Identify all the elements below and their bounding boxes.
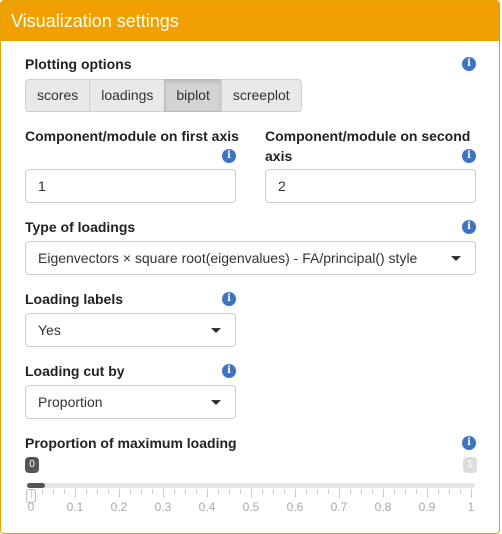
info-icon[interactable]: i: [462, 436, 476, 450]
second-axis-input[interactable]: 2: [265, 169, 476, 203]
slider-tick: [438, 489, 439, 494]
slider-min-value: 0: [25, 457, 39, 473]
slider-tick-label: 0.8: [374, 500, 392, 514]
caret-down-icon: [451, 256, 461, 261]
slider-fill: [27, 483, 45, 488]
slider-tick: [141, 489, 142, 494]
slider-tick: [306, 489, 307, 494]
info-icon[interactable]: i: [222, 149, 236, 163]
plotting-options-label: Plotting options: [25, 56, 132, 72]
loading-cut-select[interactable]: Proportion: [25, 385, 236, 419]
slider-tick: [240, 489, 241, 494]
slider-tick: [119, 489, 120, 498]
caret-down-icon: [211, 400, 221, 405]
slider-tick: [328, 489, 329, 494]
slider-tick: [174, 489, 175, 494]
slider-tick: [405, 489, 406, 494]
slider-tick: [317, 489, 318, 494]
slider-tick-label: 1: [467, 500, 475, 514]
panel-title: Visualization settings: [1, 1, 499, 41]
second-axis-label-line1: Component/module on second: [265, 128, 471, 144]
slider-tick-label: 0.4: [198, 500, 216, 514]
scores-button[interactable]: scores: [25, 79, 91, 112]
slider-tick: [295, 489, 296, 498]
slider-tick-label: 0.1: [66, 500, 84, 514]
plotting-options-group: scores loadings biplot screeplot: [25, 79, 302, 112]
loading-labels-select[interactable]: Yes: [25, 313, 236, 347]
slider-tick: [207, 489, 208, 498]
proportion-slider[interactable]: 0 1 0 0.1 0.2 0.3 0.4 0.5 0.6 0.7 0.8 0.9 1: [25, 453, 477, 523]
slider-tick: [273, 489, 274, 494]
slider-tick-label: 0.9: [418, 500, 436, 514]
slider-tick: [449, 489, 450, 494]
loading-cut-value: Proportion: [38, 394, 103, 410]
slider-tick: [108, 489, 109, 494]
slider-tick-label: 0.7: [330, 500, 348, 514]
slider-tick: [31, 489, 32, 498]
second-axis-label-line2: axis: [265, 148, 293, 164]
slider-tick: [394, 489, 395, 494]
slider-tick: [416, 489, 417, 494]
slider-tick: [229, 489, 230, 494]
slider-tick: [350, 489, 351, 494]
slider-tick-label: 0.2: [110, 500, 128, 514]
slider-tick: [361, 489, 362, 494]
caret-down-icon: [211, 328, 221, 333]
loading-labels-label: Loading labels: [25, 291, 124, 307]
slider-tick-label: 0.5: [242, 500, 260, 514]
slider-track[interactable]: [27, 483, 475, 488]
loading-labels-value: Yes: [38, 322, 61, 338]
slider-tick: [471, 489, 472, 498]
slider-tick: [163, 489, 164, 498]
slider-tick: [196, 489, 197, 494]
slider-tick: [75, 489, 76, 498]
slider-max-value: 1: [463, 457, 477, 473]
slider-tick: [86, 489, 87, 494]
slider-tick: [97, 489, 98, 494]
info-icon[interactable]: i: [222, 364, 236, 378]
slider-tick: [130, 489, 131, 494]
slider-tick: [218, 489, 219, 494]
type-of-loadings-select[interactable]: Eigenvectors × square root(eigenvalues) …: [25, 241, 476, 275]
screeplot-button[interactable]: screeplot: [220, 79, 302, 112]
slider-tick: [185, 489, 186, 494]
slider-tick: [152, 489, 153, 494]
slider-tick: [372, 489, 373, 494]
visualization-settings-panel: Visualization settings Plotting options …: [0, 0, 500, 534]
proportion-label: Proportion of maximum loading: [25, 435, 237, 451]
info-icon[interactable]: i: [462, 149, 476, 163]
slider-tick: [284, 489, 285, 494]
slider-tick: [460, 489, 461, 494]
loading-cut-label: Loading cut by: [25, 363, 125, 379]
slider-tick: [64, 489, 65, 494]
first-axis-input[interactable]: 1: [25, 169, 236, 203]
slider-tick: [339, 489, 340, 498]
slider-tick: [251, 489, 252, 498]
slider-tick: [262, 489, 263, 494]
slider-tick: [53, 489, 54, 494]
slider-tick-label: 0.3: [154, 500, 172, 514]
slider-tick: [383, 489, 384, 498]
slider-tick-label: 0.6: [286, 500, 304, 514]
info-icon[interactable]: i: [462, 220, 476, 234]
slider-tick-label: 0: [27, 500, 35, 514]
type-of-loadings-label: Type of loadings: [25, 219, 136, 235]
loadings-button[interactable]: loadings: [89, 79, 166, 112]
info-icon[interactable]: i: [222, 292, 236, 306]
slider-tick: [42, 489, 43, 494]
info-icon[interactable]: i: [462, 57, 476, 71]
type-of-loadings-value: Eigenvectors × square root(eigenvalues) …: [38, 250, 418, 266]
first-axis-label: Component/module on first axis: [25, 128, 239, 144]
slider-tick: [427, 489, 428, 498]
biplot-button[interactable]: biplot: [164, 79, 222, 112]
